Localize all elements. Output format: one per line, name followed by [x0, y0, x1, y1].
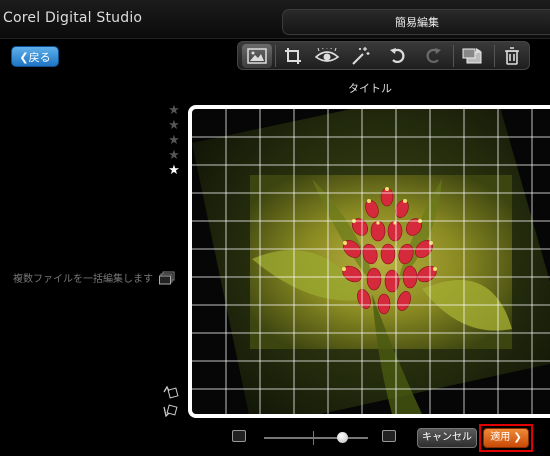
- redo-icon: [426, 48, 441, 63]
- back-label: 戻る: [28, 51, 51, 64]
- star-rating[interactable]: ★ ★ ★ ★ ★: [166, 103, 182, 178]
- app-title: Corel Digital Studio: [3, 10, 143, 26]
- edit-toolbar: [237, 41, 530, 70]
- zoom-in-icon[interactable]: [382, 430, 396, 442]
- star-icon[interactable]: ★: [166, 163, 182, 178]
- red-eye-button[interactable]: [312, 44, 342, 68]
- photo-title[interactable]: タイトル: [190, 80, 550, 96]
- chevron-right-icon: ❯: [513, 432, 522, 443]
- undo-icon: [390, 48, 405, 63]
- zoom-slider-knob[interactable]: [336, 432, 348, 443]
- photo-preview: [192, 109, 550, 414]
- auto-enhance-icon: [352, 47, 370, 65]
- delete-button[interactable]: [497, 44, 527, 68]
- star-icon[interactable]: ★: [166, 148, 182, 163]
- apply-button[interactable]: 適用 ❯: [483, 428, 529, 448]
- mode-title: 簡易編集: [395, 16, 439, 29]
- zoom-out-icon[interactable]: [232, 430, 246, 442]
- photo-canvas[interactable]: [188, 105, 550, 418]
- back-button[interactable]: ❮戻る: [11, 46, 59, 67]
- red-eye-icon: [315, 48, 339, 62]
- photo-fix-icon: [247, 48, 267, 64]
- apply-label: 適用: [490, 432, 511, 443]
- crop-icon: [285, 48, 301, 64]
- zoom-slider-tick: [313, 431, 314, 445]
- zoom-slider[interactable]: [264, 437, 368, 439]
- rotate-left-icon[interactable]: [163, 385, 179, 399]
- auto-enhance-button[interactable]: [346, 44, 376, 68]
- crop-button[interactable]: [278, 44, 308, 68]
- batch-edit-link[interactable]: 複数ファイルを一括編集します: [13, 270, 175, 285]
- star-icon[interactable]: ★: [166, 118, 182, 133]
- delete-icon: [505, 47, 519, 65]
- star-icon[interactable]: ★: [166, 103, 182, 118]
- batch-edit-label: 複数ファイルを一括編集します: [13, 274, 153, 285]
- stacked-photos-icon: [159, 271, 175, 285]
- save-as-button[interactable]: [458, 44, 488, 68]
- rotate-right-icon[interactable]: [163, 404, 179, 418]
- redo-button[interactable]: [418, 44, 448, 68]
- photo-fix-button[interactable]: [242, 44, 272, 68]
- save-as-icon: [462, 48, 482, 64]
- star-icon[interactable]: ★: [166, 133, 182, 148]
- mode-panel: 簡易編集: [282, 9, 550, 35]
- title-bar: Corel Digital Studio 簡易編集: [0, 0, 550, 39]
- cancel-button[interactable]: キャンセル: [417, 428, 477, 448]
- undo-button[interactable]: [383, 44, 413, 68]
- chevron-left-icon: ❮: [19, 51, 29, 64]
